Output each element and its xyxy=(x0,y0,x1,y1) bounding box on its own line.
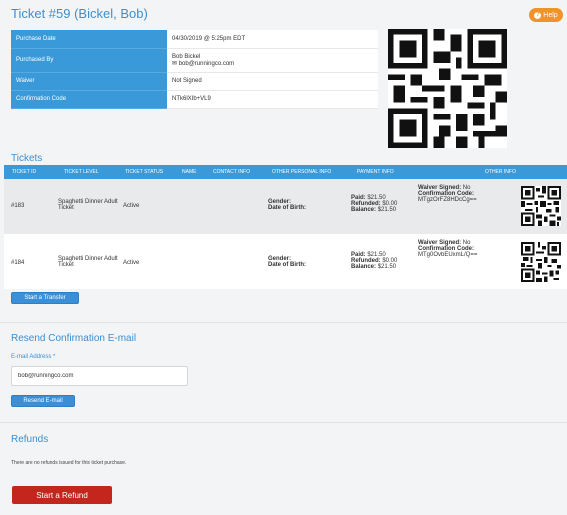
resend-heading: Resend Confirmation E-mail xyxy=(11,333,137,344)
confirmation-code-row: Confirmation Code NTk6lXIb+VL9 xyxy=(11,90,378,109)
purchase-info-table: Purchase Date 04/30/2019 @ 5:25pm EDT Pu… xyxy=(11,30,378,109)
other-info: Waiver Signed: No Confirmation Code: MTg… xyxy=(418,185,477,203)
ticket-id: #183 xyxy=(11,203,25,209)
col-ticket-id: Ticket ID xyxy=(12,169,37,175)
resend-email-button[interactable]: Resend E-mail xyxy=(11,395,75,407)
other-info: Waiver Signed: No Confirmation Code: MTg… xyxy=(418,240,477,258)
qr-code-icon xyxy=(521,242,561,282)
start-refund-button[interactable]: Start a Refund xyxy=(12,486,112,504)
payment-info: Paid: $21.50 Refunded: $0.00 Balance: $2… xyxy=(351,252,397,270)
purchased-by-value: Bob Bickel ✉ bob@runningco.com xyxy=(167,48,378,73)
purchase-date-label: Purchase Date xyxy=(11,30,167,49)
ticket-conf-value: MTgzOrFZ8HDcCg== xyxy=(418,197,477,203)
help-label: Help xyxy=(543,11,558,19)
col-ticket-status: Ticket Status xyxy=(125,169,164,175)
balance-value: $21.50 xyxy=(377,207,397,213)
ticket-status: Active xyxy=(123,203,140,209)
table-row: #184 Spaghetti Dinner Adult Ticket Activ… xyxy=(4,234,567,289)
personal-info: Gender: Date of Birth: xyxy=(268,256,306,268)
help-button[interactable]: ? Help xyxy=(529,8,563,22)
purchase-date-value: 04/30/2019 @ 5:25pm EDT xyxy=(167,30,378,49)
balance-value: $21.50 xyxy=(377,264,397,270)
divider xyxy=(0,322,567,323)
divider xyxy=(0,422,567,423)
purchaser-email-text: bob@runningco.com xyxy=(178,60,235,67)
table-row: #183 Spaghetti Dinner Adult Ticket Activ… xyxy=(4,179,567,234)
confirmation-code-value: NTk6lXIb+VL9 xyxy=(167,90,378,109)
col-ticket-level: Ticket Level xyxy=(64,169,99,175)
col-contact-info: Contact Info xyxy=(213,169,251,175)
qr-code-icon xyxy=(521,186,561,226)
waiver-label: Waiver xyxy=(11,72,167,91)
ticket-level: Spaghetti Dinner Adult Ticket xyxy=(58,256,118,268)
refunds-heading: Refunds xyxy=(11,434,49,445)
ticket-id: #184 xyxy=(11,260,25,266)
purchase-date-row: Purchase Date 04/30/2019 @ 5:25pm EDT xyxy=(11,30,378,49)
dob-label: Date of Birth: xyxy=(268,262,306,268)
tickets-table-header: Ticket ID Ticket Level Ticket Status Nam… xyxy=(4,165,567,179)
email-address-label: E-mail Address * xyxy=(11,354,56,360)
col-other-info: Other Info xyxy=(485,169,516,175)
no-refunds-message: There are no refunds issued for this tic… xyxy=(11,460,127,466)
balance-label: Balance: xyxy=(351,264,377,270)
confirmation-code-label: Confirmation Code xyxy=(11,90,167,109)
purchased-by-row: Purchased By Bob Bickel ✉ bob@runningco.… xyxy=(11,48,378,73)
tickets-heading: Tickets xyxy=(11,153,43,164)
question-icon: ? xyxy=(534,11,542,19)
qr-code-icon xyxy=(388,29,507,148)
purchaser-email[interactable]: ✉ bob@runningco.com xyxy=(172,60,373,67)
waiver-value: Not Signed xyxy=(167,72,378,91)
start-transfer-button[interactable]: Start a Transfer xyxy=(11,292,79,304)
col-name: Name xyxy=(182,169,197,175)
payment-info: Paid: $21.50 Refunded: $0.00 Balance: $2… xyxy=(351,195,397,213)
ticket-conf-value: MTg0OvbEUxmL/Q== xyxy=(418,252,478,258)
col-other-personal-info: Other Personal Info xyxy=(272,169,332,175)
personal-info: Gender: Date of Birth: xyxy=(268,199,306,211)
ticket-level: Spaghetti Dinner Adult Ticket xyxy=(58,199,118,211)
ticket-status: Active xyxy=(123,260,140,266)
balance-label: Balance: xyxy=(351,207,377,213)
page-title: Ticket #59 (Bickel, Bob) xyxy=(11,6,148,21)
dob-label: Date of Birth: xyxy=(268,205,306,211)
col-payment-info: Payment Info xyxy=(357,169,394,175)
purchased-by-label: Purchased By xyxy=(11,48,167,73)
email-field[interactable] xyxy=(11,366,188,386)
waiver-row: Waiver Not Signed xyxy=(11,72,378,91)
email-icon: ✉ xyxy=(172,60,178,67)
